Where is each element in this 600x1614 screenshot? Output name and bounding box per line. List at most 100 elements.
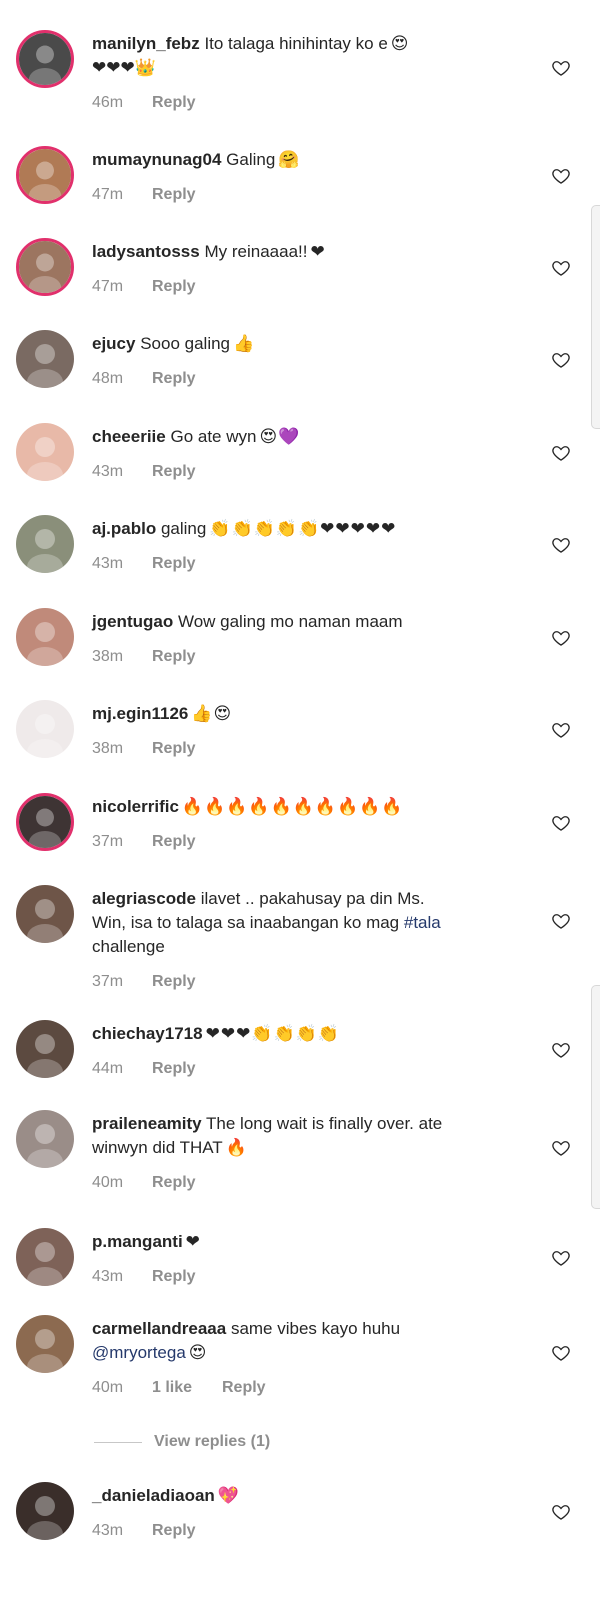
- reply-button[interactable]: Reply: [152, 94, 196, 112]
- username-link[interactable]: manilyn_febz: [92, 34, 200, 53]
- like-heart-icon[interactable]: [551, 1040, 571, 1060]
- reply-button[interactable]: Reply: [152, 740, 196, 758]
- scrollbar-thumb[interactable]: [591, 205, 600, 429]
- comment-meta: 43m Reply: [92, 555, 196, 573]
- reply-button[interactable]: Reply: [152, 1060, 196, 1078]
- username-link[interactable]: aj.pablo: [92, 519, 156, 538]
- avatar[interactable]: [16, 1315, 74, 1373]
- mention-link[interactable]: @mryortega: [92, 1343, 186, 1362]
- like-heart-icon[interactable]: [551, 813, 571, 833]
- comment-body: _danieladiaoan 💖: [92, 1484, 532, 1508]
- like-heart-icon[interactable]: [551, 1248, 571, 1268]
- reply-button[interactable]: Reply: [222, 1379, 266, 1397]
- like-heart-icon[interactable]: [551, 911, 571, 931]
- heart-outline: [552, 723, 570, 738]
- avatar[interactable]: [16, 1228, 74, 1286]
- avatar[interactable]: [16, 885, 74, 943]
- avatar[interactable]: [16, 700, 74, 758]
- timestamp: 47m: [92, 278, 124, 295]
- username-link[interactable]: chiechay1718: [92, 1024, 203, 1043]
- like-heart-icon[interactable]: [551, 720, 571, 740]
- heart-outline: [552, 446, 570, 461]
- comment-text: Go ate wyn: [170, 427, 257, 446]
- avatar[interactable]: [16, 1020, 74, 1078]
- username-link[interactable]: _danieladiaoan: [92, 1486, 215, 1505]
- heart-outline: [552, 1505, 570, 1520]
- timestamp: 43m: [92, 555, 124, 572]
- comment-emoji: 💖: [217, 1486, 240, 1505]
- reply-button[interactable]: Reply: [152, 1522, 196, 1540]
- avatar[interactable]: [16, 423, 74, 481]
- like-count[interactable]: 1 like: [152, 1379, 222, 1397]
- like-heart-icon[interactable]: [551, 1343, 571, 1363]
- avatar[interactable]: [16, 1110, 74, 1168]
- like-heart-icon[interactable]: [551, 628, 571, 648]
- username-link[interactable]: p.manganti: [92, 1232, 183, 1251]
- avatar[interactable]: [16, 515, 74, 573]
- avatar[interactable]: [16, 238, 74, 296]
- comment-line: ❤❤❤👑: [92, 56, 532, 80]
- username-link[interactable]: ladysantosss: [92, 242, 200, 261]
- like-heart-icon[interactable]: [551, 443, 571, 463]
- username-link[interactable]: carmellandreaaa: [92, 1319, 226, 1338]
- comment-text: winwyn did THAT: [92, 1138, 223, 1157]
- reply-button[interactable]: Reply: [152, 648, 196, 666]
- username-link[interactable]: nicolerrific: [92, 797, 179, 816]
- avatar[interactable]: [16, 146, 74, 204]
- comment-body: nicolerrific 🔥🔥🔥🔥🔥🔥🔥🔥🔥🔥: [92, 795, 532, 819]
- username-link[interactable]: praileneamity: [92, 1114, 202, 1133]
- timestamp: 37m: [92, 833, 124, 850]
- like-heart-icon[interactable]: [551, 166, 571, 186]
- reply-button[interactable]: Reply: [152, 973, 196, 991]
- reply-button[interactable]: Reply: [152, 370, 196, 388]
- reply-button[interactable]: Reply: [152, 186, 196, 204]
- avatar[interactable]: [16, 1482, 74, 1540]
- hashtag-link[interactable]: #tala: [404, 913, 441, 932]
- comment-meta: 38m Reply: [92, 648, 196, 666]
- reply-button[interactable]: Reply: [152, 463, 196, 481]
- heart-outline: [552, 538, 570, 553]
- comment-body: p.manganti ❤: [92, 1230, 532, 1254]
- avatar-image: [16, 1110, 74, 1168]
- timestamp: 43m: [92, 463, 124, 480]
- username-link[interactable]: jgentugao: [92, 612, 173, 631]
- comment-meta: 43m Reply: [92, 463, 196, 481]
- like-heart-icon[interactable]: [551, 58, 571, 78]
- reply-button[interactable]: Reply: [152, 1174, 196, 1192]
- username-link[interactable]: ejucy: [92, 334, 135, 353]
- timestamp: 40m: [92, 1174, 124, 1191]
- username-link[interactable]: mumaynunag04: [92, 150, 221, 169]
- scrollbar-thumb[interactable]: [591, 985, 600, 1209]
- view-replies-label: View replies (1): [154, 1433, 271, 1450]
- avatar[interactable]: [16, 330, 74, 388]
- reply-button[interactable]: Reply: [152, 278, 196, 296]
- username-link[interactable]: alegriascode: [92, 889, 196, 908]
- comment-body: carmellandreaaa same vibes kayo huhu @mry…: [92, 1317, 532, 1365]
- heart-outline: [552, 261, 570, 276]
- avatar[interactable]: [16, 793, 74, 851]
- avatar-image: [19, 33, 71, 85]
- comment-text: challenge: [92, 937, 165, 956]
- avatar[interactable]: [16, 30, 74, 88]
- avatar-image: [16, 885, 74, 943]
- like-heart-icon[interactable]: [551, 1138, 571, 1158]
- comment-body: cheeeriie Go ate wyn 😍💜: [92, 425, 532, 449]
- view-replies-button[interactable]: View replies (1): [94, 1431, 394, 1455]
- heart-outline: [552, 816, 570, 831]
- comment-text: Win, isa to talaga sa inaabangan ko mag: [92, 913, 400, 932]
- timestamp: 48m: [92, 370, 124, 387]
- like-heart-icon[interactable]: [551, 350, 571, 370]
- reply-button[interactable]: Reply: [152, 1268, 196, 1286]
- like-heart-icon[interactable]: [551, 1502, 571, 1522]
- reply-button[interactable]: Reply: [152, 555, 196, 573]
- avatar[interactable]: [16, 608, 74, 666]
- username-link[interactable]: cheeeriie: [92, 427, 166, 446]
- timestamp: 38m: [92, 740, 124, 757]
- username-link[interactable]: mj.egin1126: [92, 704, 188, 723]
- like-heart-icon[interactable]: [551, 535, 571, 555]
- timestamp: 46m: [92, 94, 124, 111]
- comment-line: Win, isa to talaga sa inaabangan ko mag …: [92, 911, 532, 935]
- avatar-image: [16, 423, 74, 481]
- like-heart-icon[interactable]: [551, 258, 571, 278]
- reply-button[interactable]: Reply: [152, 833, 196, 851]
